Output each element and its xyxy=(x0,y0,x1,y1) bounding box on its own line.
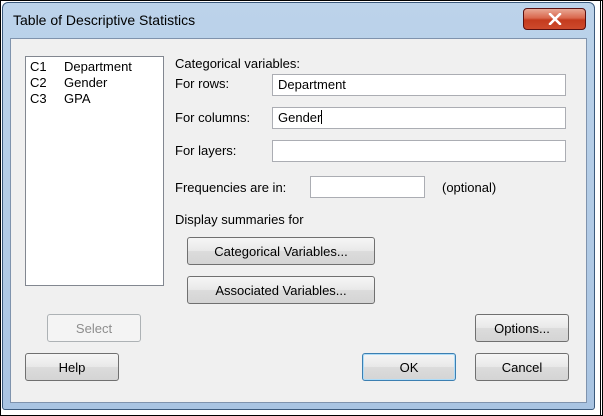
dialog-body: C1 Department C2 Gender C3 GPA Categoric… xyxy=(10,38,587,403)
variable-code: C1 xyxy=(30,59,47,74)
select-button[interactable]: Select xyxy=(47,314,141,342)
display-summaries-label: Display summaries for xyxy=(175,212,304,227)
optional-label: (optional) xyxy=(442,180,497,195)
variable-list[interactable]: C1 Department C2 Gender C3 GPA xyxy=(25,56,164,286)
variable-name: Department xyxy=(64,59,132,74)
layers-label: For layers: xyxy=(175,143,237,158)
categorical-variables-button[interactable]: Categorical Variables... xyxy=(187,237,375,265)
close-button[interactable] xyxy=(523,8,586,30)
variable-code: C3 xyxy=(30,91,47,106)
ok-button[interactable]: OK xyxy=(362,353,456,381)
associated-variables-button[interactable]: Associated Variables... xyxy=(187,276,375,304)
options-button[interactable]: Options... xyxy=(475,314,569,342)
background-edge xyxy=(600,0,601,416)
dialog-window: Table of Descriptive Statistics C1 Depar… xyxy=(2,2,595,410)
rows-input[interactable]: Department xyxy=(272,74,566,96)
columns-input[interactable]: Gender xyxy=(272,107,566,129)
dialog-title: Table of Descriptive Statistics xyxy=(13,12,196,28)
text-caret xyxy=(321,110,323,124)
columns-input-value: Gender xyxy=(278,110,322,125)
close-icon xyxy=(548,13,561,25)
help-button[interactable]: Help xyxy=(25,353,119,381)
variable-name: GPA xyxy=(64,91,91,106)
frequencies-input[interactable] xyxy=(310,176,425,198)
columns-label: For columns: xyxy=(175,110,251,125)
variable-name: Gender xyxy=(64,75,108,90)
variable-code: C2 xyxy=(30,75,47,90)
layers-input[interactable] xyxy=(272,140,566,162)
categorical-variables-heading: Categorical variables: xyxy=(175,56,301,71)
rows-label: For rows: xyxy=(175,76,230,91)
frequencies-label: Frequencies are in: xyxy=(175,180,287,195)
cancel-button[interactable]: Cancel xyxy=(475,353,569,381)
